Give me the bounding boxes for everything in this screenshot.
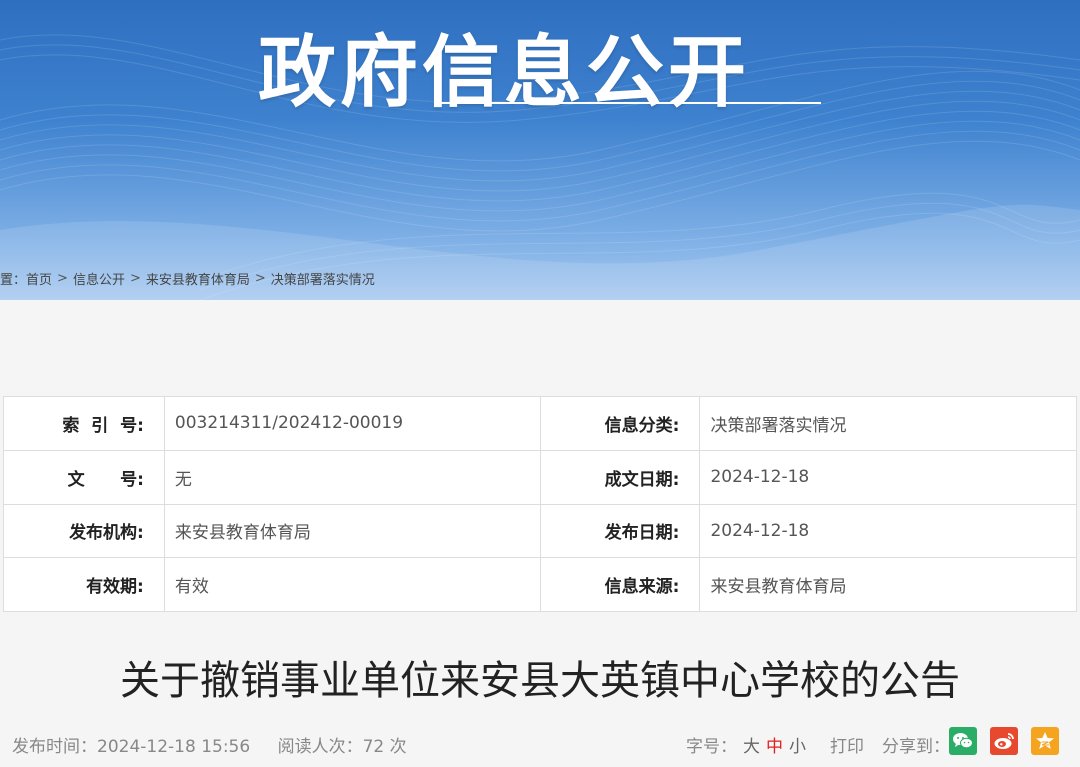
font-size-label: 字号： [686,737,737,757]
font-size-small-button[interactable]: 小 [789,732,806,757]
share-icons [949,727,1072,755]
font-size-large-button[interactable]: 大 [743,732,760,757]
breadcrumb-prefix: 位置： [0,272,27,288]
share-weibo-button[interactable] [990,727,1018,755]
publisher-value: 来安县教育体育局 [163,503,541,559]
index-number-label: 索 引 号: [3,396,165,451]
banner-underline [437,102,821,104]
written-date-value: 2024-12-18 [699,449,1077,505]
article-title: 关于撤销事业单位来安县大英镇中心学校的公告 [120,658,960,704]
source-label: 信息来源: [539,557,701,612]
table-row: 索 引 号: 003214311/202412-00019 信息分类: 决策部署… [3,396,1077,451]
validity-value: 有效 [163,557,541,612]
qzone-icon [1036,732,1054,749]
validity-label: 有效期: [3,557,165,612]
breadcrumb-category[interactable]: 决策部署落实情况 [271,269,375,288]
index-number-value: 003214311/202412-00019 [163,396,541,451]
article-tools: 字号： 大 中 小 打印 分享到： [686,732,950,757]
share-qzone-button[interactable] [1031,727,1059,755]
source-value: 来安县教育体育局 [699,557,1077,612]
category-value: 决策部署落实情况 [699,396,1077,451]
breadcrumb-separator: > [57,270,68,286]
breadcrumb-separator: > [254,270,266,286]
breadcrumb-bureau[interactable]: 来安县教育体育局 [146,269,250,288]
publish-time: 发布时间：2024-12-18 15:56 [12,737,251,757]
banner-title: 政府信息公开 [258,28,751,118]
publish-date-label: 发布日期: [539,503,701,559]
publish-date-value: 2024-12-18 [699,503,1077,559]
table-row: 文 号: 无 成文日期: 2024-12-18 [3,449,1077,505]
table-row: 有效期: 有效 信息来源: 来安县教育体育局 [3,557,1077,612]
breadcrumb-info-public[interactable]: 信息公开 [73,269,125,288]
weibo-icon [994,733,1014,749]
category-label: 信息分类: [539,396,701,451]
written-date-label: 成文日期: [539,449,701,505]
read-count: 阅读人次：72 次 [277,737,407,757]
publisher-label: 发布机构: [3,503,165,559]
breadcrumb-separator: > [129,270,141,286]
document-number-value: 无 [163,449,541,505]
table-row: 发布机构: 来安县教育体育局 发布日期: 2024-12-18 [3,503,1077,559]
article-stats: 发布时间：2024-12-18 15:56 阅读人次：72 次 [12,732,407,757]
share-label: 分享到： [882,737,950,757]
document-number-label: 文 号: [3,449,165,505]
print-button[interactable]: 打印 [830,732,864,757]
wechat-icon [953,733,973,749]
share-wechat-button[interactable] [949,727,977,755]
info-metadata-table: 索 引 号: 003214311/202412-00019 信息分类: 决策部署… [3,396,1077,612]
article-info-bar: 发布时间：2024-12-18 15:56 阅读人次：72 次 字号： 大 中 … [0,726,1080,760]
font-size-medium-button[interactable]: 中 [766,732,783,757]
breadcrumb: 位置： 首页 > 信息公开 > 来安县教育体育局 > 决策部署落实情况 [0,268,375,288]
breadcrumb-home[interactable]: 首页 [26,269,52,288]
banner: 政府信息公开 位置： 首页 > 信息公开 > 来安县教育体育局 > 决策部署落实… [0,0,1080,300]
